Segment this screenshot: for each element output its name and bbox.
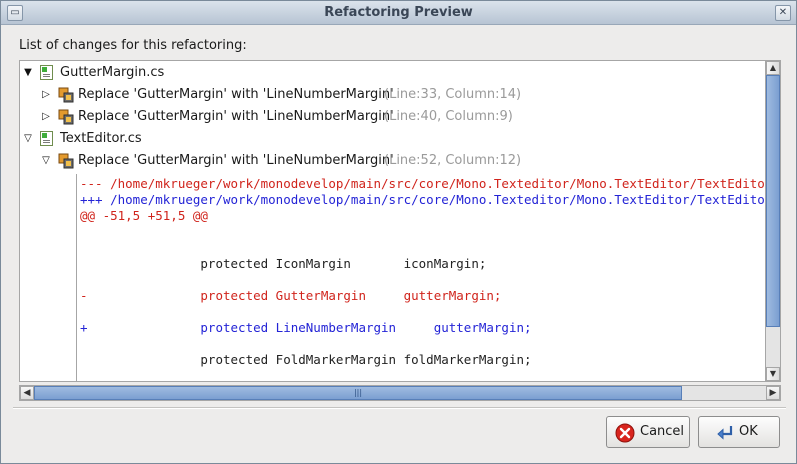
cancel-icon [615,423,635,443]
refactor-icon [58,153,74,169]
horizontal-scroll-thumb[interactable]: ||| [34,386,682,400]
vertical-scrollbar[interactable]: ▲ ▼ [765,60,781,382]
refactor-icon [58,87,74,103]
cancel-label: Cancel [640,424,685,439]
refactoring-preview-dialog: ▭ Refactoring Preview ✕ List of changes … [0,0,797,464]
expander-expanded-icon[interactable]: ▼ [22,62,34,84]
expander-expanded-icon[interactable]: ▽ [22,128,34,150]
close-icon[interactable]: ✕ [775,5,791,21]
csharp-file-icon [40,131,53,146]
diff-hunk-header: @@ -51,5 +51,5 @@ [80,208,208,223]
scroll-right-icon[interactable]: ▶ [766,386,780,400]
list-label: List of changes for this refactoring: [19,38,247,53]
change-location: (Line:52, Column:12) [384,153,522,168]
horizontal-scrollbar[interactable]: ◀ ||| ▶ [19,385,781,401]
separator [13,407,786,409]
diff-context-line: protected FoldMarkerMargin foldMarkerMar… [80,352,532,367]
expander-expanded-icon[interactable]: ▽ [40,150,52,172]
diff-context-line: protected IconMargin iconMargin; [80,256,487,271]
file-name: TextEditor.cs [60,131,142,146]
tree-file-row[interactable]: ▼ GutterMargin.cs [20,62,765,84]
diff-header-old: --- /home/mkrueger/work/monodevelop/main… [80,176,764,191]
refactor-icon [58,109,74,125]
change-location: (Line:33, Column:14) [384,87,522,102]
scroll-down-icon[interactable]: ▼ [766,367,780,381]
diff-added-line: + protected LineNumberMargin gutterMargi… [80,320,532,335]
file-name: GutterMargin.cs [60,65,165,80]
cancel-button[interactable]: Cancel [606,416,690,448]
expander-collapsed-icon[interactable]: ▷ [40,84,52,106]
change-text: Replace 'GutterMargin' with 'LineNumberM… [78,153,394,168]
change-location: (Line:40, Column:9) [384,109,513,124]
vertical-scroll-thumb[interactable] [766,75,780,327]
tree-change-row[interactable]: ▷ Replace 'GutterMargin' with 'LineNumbe… [20,84,765,106]
diff-header-new: +++ /home/mkrueger/work/monodevelop/main… [80,192,764,207]
tree-change-row[interactable]: ▽ Replace 'GutterMargin' with 'LineNumbe… [20,150,765,172]
diff-removed-line: - protected GutterMargin gutterMargin; [80,288,502,303]
csharp-file-icon [40,65,53,80]
tree-change-row[interactable]: ▷ Replace 'GutterMargin' with 'LineNumbe… [20,106,765,128]
diff-view[interactable]: --- /home/mkrueger/work/monodevelop/main… [76,174,764,382]
window-title: Refactoring Preview [324,5,473,20]
tree-file-row[interactable]: ▽ TextEditor.cs [20,128,765,150]
change-text: Replace 'GutterMargin' with 'LineNumberM… [78,87,394,102]
ok-button[interactable]: OK [698,416,780,448]
scroll-up-icon[interactable]: ▲ [766,61,780,75]
ok-label: OK [739,424,758,439]
changes-tree[interactable]: ▼ GutterMargin.cs ▷ Replace 'GutterMargi… [19,60,781,382]
scroll-left-icon[interactable]: ◀ [20,386,34,400]
titlebar: ▭ Refactoring Preview ✕ [1,1,796,25]
enter-arrow-icon [717,426,733,440]
change-text: Replace 'GutterMargin' with 'LineNumberM… [78,109,394,124]
expander-collapsed-icon[interactable]: ▷ [40,106,52,128]
